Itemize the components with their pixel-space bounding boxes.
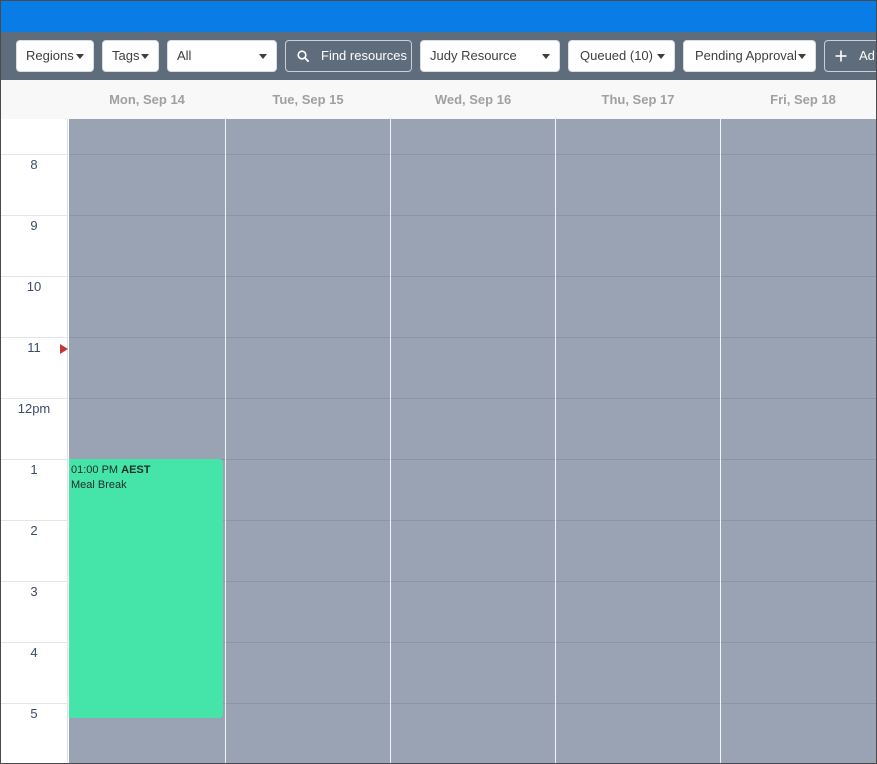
hour-divider [0,459,68,460]
hour-divider [0,215,68,216]
hour-divider [0,520,68,521]
chevron-down-icon [76,54,84,59]
plus-icon [835,50,847,62]
tags-dropdown[interactable]: Tags [102,40,159,72]
toolbar: Regions Tags All Find resources Judy Res… [0,32,877,80]
hour-divider [0,642,68,643]
grid-hour-line [69,398,877,399]
hour-label: 4 [30,645,38,660]
filter-select-value: All [177,48,192,63]
resource-select[interactable]: Judy Resource [420,40,560,72]
chevron-down-icon [657,54,665,59]
chevron-down-icon [259,54,267,59]
meal-break-event[interactable]: 01:00 PM AEST Meal Break [69,459,223,718]
regions-label: Regions [26,48,74,63]
pending-approval-label: Pending Approval [695,48,797,63]
event-title: Meal Break [71,479,127,491]
queued-label: Queued (10) [580,48,653,63]
event-time-value: 01:00 PM [71,464,119,476]
hour-label: 10 [26,279,42,294]
find-resources-label: Find resources [321,48,407,63]
hour-divider [0,703,68,704]
day-header-thu[interactable]: Thu, Sep 17 [556,80,720,119]
search-icon [297,50,309,62]
hour-divider [0,276,68,277]
day-column-divider [555,119,556,764]
day-header-tue[interactable]: Tue, Sep 15 [226,80,390,119]
day-header-mon[interactable]: Mon, Sep 14 [69,80,225,119]
hour-label: 8 [30,157,38,172]
event-timezone: AEST [121,464,151,476]
grid-hour-line [69,276,877,277]
hour-label: 9 [30,218,38,233]
hour-label: 1 [30,462,38,477]
hour-label: 12pm [17,401,51,416]
current-time-marker [60,344,68,354]
regions-dropdown[interactable]: Regions [16,40,94,72]
day-header-wed[interactable]: Wed, Sep 16 [391,80,555,119]
hour-divider [0,337,68,338]
day-column-divider [390,119,391,764]
filter-select[interactable]: All [167,40,277,72]
hour-label: 5 [30,706,38,721]
find-resources-button[interactable]: Find resources [285,40,412,72]
day-column-divider [225,119,226,764]
hour-divider [0,581,68,582]
event-time: 01:00 PM AEST [71,464,221,476]
grid-hour-line [69,154,877,155]
pending-approval-dropdown[interactable]: Pending Approval [683,40,816,72]
tags-label: Tags [112,48,140,63]
hour-divider [0,398,68,399]
grid-hour-line [69,215,877,216]
add-button[interactable]: Ad [824,40,877,72]
chevron-down-icon [141,54,149,59]
app-top-bar [0,0,877,32]
hour-divider [0,154,68,155]
add-label: Ad [859,48,875,63]
chevron-down-icon [798,54,806,59]
day-column-divider [720,119,721,764]
hour-label: 3 [30,584,38,599]
hour-label: 2 [30,523,38,538]
hour-label: 11 [27,340,41,355]
resource-select-value: Judy Resource [430,48,517,63]
queued-dropdown[interactable]: Queued (10) [568,40,675,72]
day-header-fri[interactable]: Fri, Sep 18 [721,80,877,119]
grid-hour-line [69,337,877,338]
chevron-down-icon [542,54,550,59]
